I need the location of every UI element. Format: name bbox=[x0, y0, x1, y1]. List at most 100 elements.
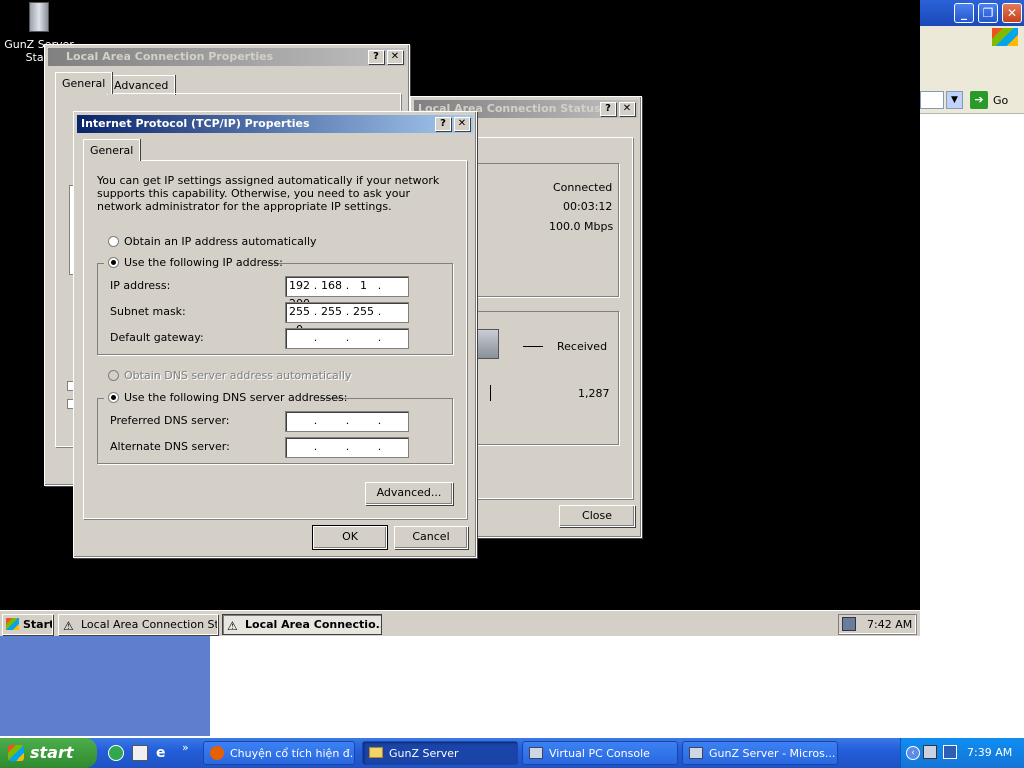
mask-octet: 255 bbox=[321, 305, 342, 318]
connection-speed: 100.0 Mbps bbox=[549, 220, 614, 233]
obtain-dns-auto-label[interactable]: Obtain DNS server address automatically bbox=[124, 369, 351, 382]
firefox-icon bbox=[210, 746, 224, 760]
network-icon: ⚠ bbox=[63, 619, 74, 633]
guest-screen: GunZ Server Start Local Area Connection … bbox=[0, 0, 920, 636]
network-icon: ⚠ bbox=[227, 619, 238, 633]
close-button[interactable]: ✕ bbox=[454, 117, 470, 131]
received-label: Received bbox=[557, 340, 608, 353]
ok-button[interactable]: OK bbox=[312, 525, 388, 550]
separator bbox=[523, 346, 543, 347]
mask-octet: 255 bbox=[353, 305, 374, 318]
received-bytes: 1,287 bbox=[578, 387, 610, 400]
host-taskbar-item[interactable]: GunZ Server bbox=[362, 741, 518, 765]
obtain-ip-auto-radio[interactable] bbox=[108, 236, 119, 247]
guest-clock: 7:42 AM bbox=[867, 618, 913, 631]
ip-address-label: IP address: bbox=[110, 279, 171, 292]
ip-address-field[interactable]: 192.168.1.200 bbox=[285, 276, 409, 310]
tab-advanced[interactable]: Advanced bbox=[107, 75, 176, 95]
tab-general[interactable]: General bbox=[83, 139, 141, 161]
host-menu-bar bbox=[920, 26, 1024, 48]
ip-octet: 1 bbox=[360, 279, 367, 292]
host-address-bar: ▼ ➔ Go bbox=[920, 88, 1024, 114]
cancel-button[interactable]: Cancel bbox=[394, 526, 468, 549]
lac-properties-title-text: Local Area Connection Properties bbox=[66, 50, 274, 63]
virtual-pc-icon bbox=[529, 747, 543, 759]
tray-expand-icon[interactable]: ‹ bbox=[906, 746, 920, 760]
default-gateway-field[interactable]: ... bbox=[285, 328, 409, 349]
network-tray-icon[interactable] bbox=[842, 617, 856, 631]
host-taskbar-item[interactable]: Virtual PC Console bbox=[522, 741, 678, 765]
tcpip-title-text: Internet Protocol (TCP/IP) Properties bbox=[81, 117, 310, 130]
intro-text: You can get IP settings assigned automat… bbox=[97, 174, 440, 213]
guest-start-label: Start bbox=[23, 618, 53, 631]
tcpip-properties-window: Internet Protocol (TCP/IP) Properties ? … bbox=[73, 111, 477, 558]
go-button-label[interactable]: Go bbox=[993, 94, 1008, 107]
folder-icon bbox=[369, 747, 383, 758]
guest-taskbar: Start ⚠ Local Area Connection St... ⚠ Lo… bbox=[0, 610, 920, 636]
host-start-button[interactable]: start bbox=[0, 738, 97, 768]
go-arrow-icon[interactable]: ➔ bbox=[970, 91, 988, 109]
messenger-icon[interactable] bbox=[108, 745, 124, 761]
use-following-ip-label[interactable]: Use the following IP address: bbox=[124, 256, 283, 269]
host-taskbar-item[interactable]: Chuyện cổ tích hiện đ... bbox=[203, 741, 355, 765]
use-following-ip-radio[interactable] bbox=[108, 257, 119, 268]
windows-logo-icon bbox=[8, 745, 24, 761]
taskbar-item-properties[interactable]: ⚠ Local Area Connectio... bbox=[222, 614, 382, 635]
host-tray: ‹ 7:39 AM bbox=[900, 738, 1024, 768]
windows-flag-icon bbox=[992, 28, 1018, 46]
advanced-button[interactable]: Advanced... bbox=[365, 482, 453, 505]
host-taskbar-item-label: Virtual PC Console bbox=[549, 747, 650, 760]
close-button[interactable]: Close bbox=[559, 505, 635, 527]
ip-octet: 192 bbox=[289, 279, 310, 292]
preferred-dns-field[interactable]: ... bbox=[285, 411, 409, 432]
notepad-icon[interactable] bbox=[132, 745, 148, 761]
windows-logo-icon bbox=[6, 618, 19, 630]
internet-explorer-icon[interactable]: e bbox=[156, 745, 172, 761]
tray-app-icon[interactable] bbox=[943, 745, 957, 759]
mask-octet: 255 bbox=[289, 305, 310, 318]
subnet-mask-field[interactable]: 255.255.255.0 bbox=[285, 302, 409, 336]
host-close-button[interactable]: ✕ bbox=[1002, 3, 1022, 23]
taskbar-item-status[interactable]: ⚠ Local Area Connection St... bbox=[58, 614, 218, 635]
tcpip-title-bar: Internet Protocol (TCP/IP) Properties ? … bbox=[77, 115, 473, 133]
obtain-ip-auto-label[interactable]: Obtain an IP address automatically bbox=[124, 235, 317, 248]
taskbar-item-label: Local Area Connection St... bbox=[81, 618, 218, 631]
connection-duration: 00:03:12 bbox=[563, 200, 613, 213]
close-button[interactable]: ✕ bbox=[619, 102, 635, 116]
tab-general[interactable]: General bbox=[55, 72, 113, 94]
host-start-label: start bbox=[30, 743, 74, 762]
address-input[interactable] bbox=[920, 91, 944, 109]
host-blue-panel bbox=[0, 636, 210, 736]
host-title-bar: _ ❐ ✕ bbox=[920, 0, 1024, 26]
host-toolbar bbox=[920, 48, 1024, 88]
use-following-dns-radio[interactable] bbox=[108, 392, 119, 403]
guest-start-button[interactable]: Start bbox=[2, 614, 53, 635]
network-computers-icon bbox=[475, 329, 499, 359]
lac-properties-title: Local Area Connection Properties ? ✕ bbox=[48, 48, 406, 66]
host-taskbar-item-label: GunZ Server bbox=[389, 747, 459, 760]
subnet-mask-label: Subnet mask: bbox=[110, 305, 186, 318]
connection-state: Connected bbox=[553, 181, 613, 194]
alternate-dns-label: Alternate DNS server: bbox=[110, 440, 230, 453]
server-icon[interactable] bbox=[24, 2, 54, 36]
obtain-dns-auto-radio[interactable] bbox=[108, 370, 119, 381]
host-taskbar-item[interactable]: GunZ Server - Micros... bbox=[682, 741, 838, 765]
host-restore-button[interactable]: ❐ bbox=[978, 3, 998, 23]
help-button[interactable]: ? bbox=[600, 102, 616, 116]
host-minimize-button[interactable]: _ bbox=[954, 3, 974, 23]
host-clock: 7:39 AM bbox=[967, 746, 1013, 759]
default-gateway-label: Default gateway: bbox=[110, 331, 204, 344]
guest-tray: 7:42 AM bbox=[838, 614, 917, 635]
host-taskbar-item-label: Chuyện cổ tích hiện đ... bbox=[230, 747, 355, 760]
network-tray-icon[interactable] bbox=[923, 745, 937, 759]
ip-octet: 168 bbox=[321, 279, 342, 292]
use-following-dns-label[interactable]: Use the following DNS server addresses: bbox=[124, 391, 347, 404]
alternate-dns-field[interactable]: ... bbox=[285, 437, 409, 458]
close-button[interactable]: ✕ bbox=[387, 50, 403, 64]
help-button[interactable]: ? bbox=[435, 117, 451, 131]
taskbar-item-label: Local Area Connectio... bbox=[245, 618, 382, 631]
quicklaunch-more-icon[interactable]: » bbox=[182, 741, 189, 754]
address-dropdown-button[interactable]: ▼ bbox=[946, 91, 963, 109]
separator bbox=[490, 385, 491, 401]
help-button[interactable]: ? bbox=[368, 50, 384, 64]
